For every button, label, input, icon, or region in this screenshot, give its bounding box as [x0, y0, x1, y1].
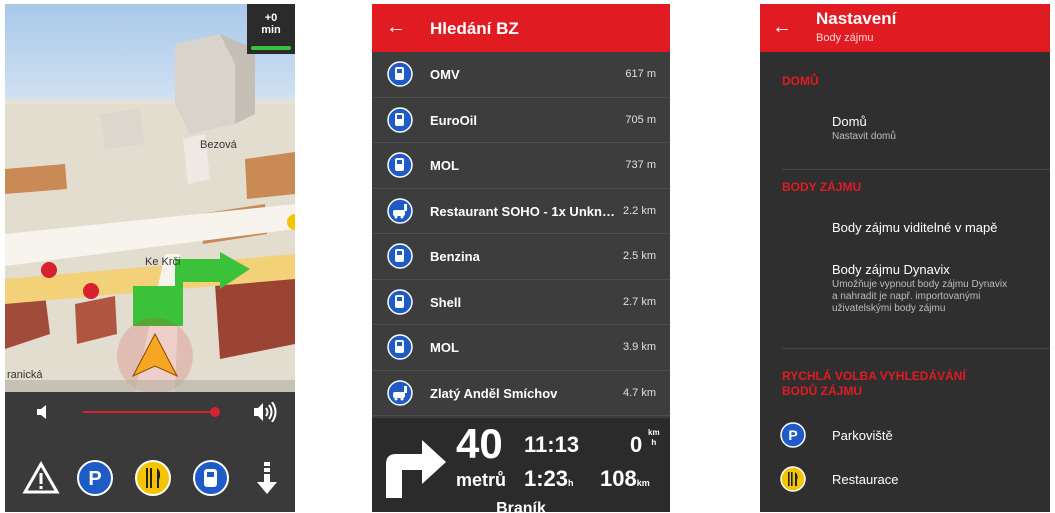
- arrival-time: 11:13: [524, 432, 580, 457]
- street-label-ke-krci: Ke Krči: [145, 256, 181, 268]
- time-delta-value: +0: [264, 12, 278, 24]
- time-delta-unit: min: [261, 24, 281, 36]
- poi-distance: 2.7 km: [622, 295, 656, 308]
- list-item[interactable]: OMV 617 m: [372, 52, 670, 98]
- restaurant-icon[interactable]: [133, 458, 173, 498]
- list-item[interactable]: Zlatý Anděl Smíchov 4.7 km: [372, 371, 670, 416]
- poi-distance: 737 m: [625, 159, 656, 171]
- quick-search-parking-label: Parkoviště: [832, 428, 893, 443]
- app-bar: ← Nastavení Body zájmu: [760, 4, 1050, 52]
- current-speed: 0: [630, 432, 643, 457]
- remaining-distance-unit: km: [636, 478, 650, 488]
- poi-distance: 2.2 km: [622, 204, 656, 217]
- list-item[interactable]: MOL 737 m: [372, 143, 670, 189]
- poi-distance: 4.7 km: [622, 386, 656, 399]
- divider: [782, 169, 1050, 170]
- poi-name: Shell: [430, 294, 462, 310]
- poi-distance: 705 m: [625, 113, 656, 126]
- map-control-bar: P: [5, 392, 295, 512]
- remaining-distance: 108km: [600, 466, 650, 492]
- page-title: Hledání BZ: [430, 19, 519, 38]
- turn-distance-value: 40: [456, 420, 503, 467]
- list-item[interactable]: Shell 2.7 km: [372, 280, 670, 325]
- setting-home[interactable]: Domů Nastavit domů: [832, 114, 1012, 143]
- setting-poi-dynavix-title: Body zájmu Dynavix: [832, 262, 950, 277]
- poi-distance: 617 m: [625, 68, 656, 80]
- restaurant-icon: [780, 466, 806, 492]
- bus-stop-marker: [83, 283, 99, 299]
- volume-slider-knob[interactable]: [210, 407, 220, 417]
- section-poi-header: BODY ZÁJMU: [782, 180, 862, 194]
- parking-icon: P: [780, 422, 806, 448]
- car-service-icon: [387, 379, 413, 406]
- setting-home-desc: Nastavit domů: [832, 131, 896, 142]
- settings-screen: ← Nastavení Body zájmu DOMŮ Domů Nastavi…: [760, 4, 1050, 512]
- fuel-icon: [387, 61, 413, 87]
- speed-unit-bottom: h: [651, 438, 657, 447]
- section-quick-header: RYCHLÁ VOLBA VYHLEDÁVÁNÍ BODŮ ZÁJMU: [782, 369, 966, 398]
- svg-text:P: P: [788, 427, 797, 443]
- list-item[interactable]: MOL 3.9 km: [372, 325, 670, 371]
- warning-icon[interactable]: [21, 458, 61, 498]
- turn-distance-unit: metrů: [456, 470, 507, 490]
- poi-search-screen: ← Hledání BZ OMV 617 m EuroOil 705 m MOL…: [372, 4, 670, 512]
- poi-distance: 3.9 km: [622, 341, 656, 353]
- quick-search-restaurant-label: Restaurace: [832, 472, 899, 487]
- speed-unit-top: km: [648, 428, 660, 437]
- remaining-time: 1:23h: [524, 466, 574, 492]
- map-screen: Bezová Ke Krči ranická +0 min P: [5, 4, 295, 512]
- page-subtitle: Body zájmu: [816, 32, 874, 44]
- fuel-icon: [387, 152, 413, 178]
- remaining-distance-value: 108: [600, 466, 637, 491]
- back-arrow-icon[interactable]: ←: [386, 16, 406, 39]
- list-item[interactable]: Restaurant SOHO - 1x Unkno... 2.2 km: [372, 189, 670, 234]
- poi-name: MOL: [430, 158, 459, 173]
- setting-poi-visible-title: Body zájmu viditelné v mapě: [832, 220, 998, 235]
- volume-low-icon[interactable]: [35, 404, 51, 420]
- setting-poi-dynavix-desc: Umožňuje vypnout body zájmu Dynavix a na…: [832, 279, 1008, 314]
- remaining-time-value: 1:23: [524, 466, 569, 491]
- poi-name: OMV: [430, 67, 460, 82]
- section-home-header: DOMŮ: [782, 74, 819, 88]
- street-label-bezova: Bezová: [200, 139, 237, 151]
- poi-name: Restaurant SOHO - 1x Unkno...: [430, 203, 620, 219]
- list-item[interactable]: Benzina 2.5 km: [372, 234, 670, 280]
- volume-high-icon[interactable]: [253, 402, 279, 422]
- car-service-icon: [387, 197, 413, 224]
- poi-name: Benzina: [430, 249, 480, 264]
- street-label-branicka: ranická: [7, 369, 43, 381]
- fuel-icon: [387, 106, 413, 133]
- volume-slider-track[interactable]: [83, 411, 217, 413]
- poi-list: OMV 617 m EuroOil 705 m MOL 737 m Restau…: [372, 52, 670, 416]
- remaining-time-unit: h: [568, 478, 574, 488]
- current-street: Braník: [496, 500, 546, 512]
- fuel-icon: [387, 243, 413, 269]
- parking-icon[interactable]: P: [75, 458, 115, 498]
- back-arrow-icon[interactable]: ←: [772, 16, 792, 39]
- fuel-icon: [387, 288, 413, 315]
- poi-distance: 2.5 km: [622, 250, 656, 262]
- speed-unit: km h: [648, 428, 660, 448]
- app-bar: ← Hledání BZ: [372, 4, 670, 52]
- time-status-bar: [251, 46, 291, 50]
- bus-stop-marker: [41, 262, 57, 278]
- time-delta-box: +0 min: [247, 4, 295, 54]
- setting-home-title: Domů: [832, 114, 867, 129]
- turn-right-arrow-icon: [386, 440, 446, 498]
- setting-poi-dynavix[interactable]: Body zájmu Dynavix Umožňuje vypnout body…: [832, 262, 1012, 315]
- page-title: Nastavení: [816, 9, 897, 28]
- fuel-icon: [387, 334, 413, 360]
- arrow-down-icon[interactable]: [247, 458, 287, 498]
- map-view[interactable]: Bezová Ke Krči ranická +0 min: [5, 4, 295, 392]
- poi-name: Zlatý Anděl Smíchov: [430, 385, 558, 401]
- svg-text:P: P: [88, 468, 101, 490]
- divider: [782, 348, 1050, 349]
- poi-name: EuroOil: [430, 112, 477, 128]
- map-3d-scene: [5, 34, 295, 392]
- fuel-icon[interactable]: [191, 458, 231, 498]
- setting-poi-visible[interactable]: Body zájmu viditelné v mapě: [832, 220, 997, 235]
- navigation-panel: 40 11:13 0 km h metrů 1:23h 108km Braník: [372, 418, 670, 512]
- list-item[interactable]: EuroOil 705 m: [372, 98, 670, 143]
- poi-name: MOL: [430, 340, 459, 355]
